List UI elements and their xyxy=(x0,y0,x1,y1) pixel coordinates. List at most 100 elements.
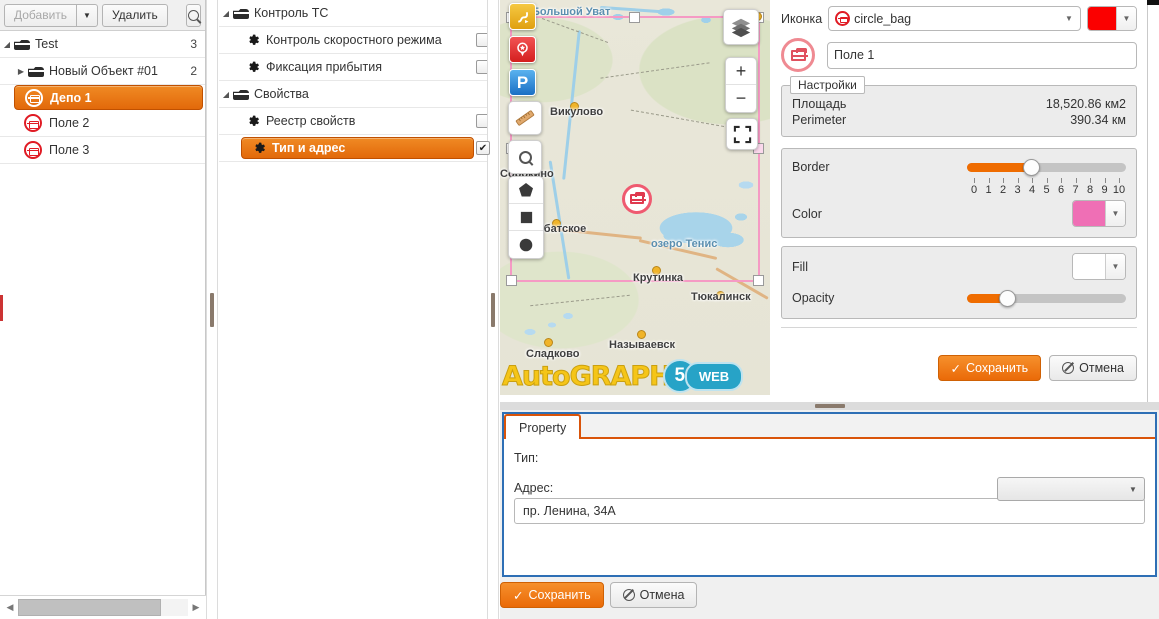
search-icon xyxy=(518,150,532,164)
tab-property[interactable]: Property xyxy=(504,414,582,439)
resize-handle-se[interactable] xyxy=(753,275,764,286)
horizontal-splitter[interactable] xyxy=(500,402,1159,410)
tree-row-arrival-fix[interactable]: Фиксация прибытия xyxy=(219,54,498,81)
zoom-in-button[interactable]: + xyxy=(726,58,756,85)
opacity-slider[interactable] xyxy=(967,288,1126,308)
app-root: Добавить ▼ Удалить ◢ Test 3 ▶ Новый Объе… xyxy=(0,0,1159,619)
objects-tree: ◢ Test 3 ▶ Новый Объект #01 2 Депо 1 Пол… xyxy=(0,31,205,595)
map-label: Называевск xyxy=(609,339,676,351)
check-icon: ✓ xyxy=(950,361,962,376)
fill-color-picker[interactable]: ▼ xyxy=(1072,253,1126,280)
add-button[interactable]: Добавить xyxy=(4,3,77,27)
type-select[interactable]: ▼ xyxy=(997,477,1145,501)
panel-accent-marker xyxy=(0,295,3,321)
gear-icon xyxy=(252,141,266,155)
expand-twirl-icon[interactable]: ▶ xyxy=(14,58,28,85)
border-slider[interactable] xyxy=(967,157,1126,177)
route-icon[interactable] xyxy=(509,3,536,30)
search-button[interactable] xyxy=(185,3,201,27)
address-input[interactable]: пр. Ленина, 34А xyxy=(514,498,1145,524)
opacity-label: Opacity xyxy=(792,291,835,305)
object-marker-icon xyxy=(25,88,43,107)
polygon-icon[interactable] xyxy=(509,177,543,204)
tree-row-pole-3[interactable]: Поле 3 xyxy=(0,137,205,164)
splitter-mid[interactable] xyxy=(487,0,499,619)
tree-row-checkbox[interactable]: ✔ xyxy=(476,141,490,155)
add-split-button[interactable]: Добавить ▼ xyxy=(4,3,98,27)
rectangle-icon[interactable] xyxy=(509,204,543,231)
tree-row-property-registry[interactable]: Реестр свойств xyxy=(219,108,498,135)
ruler-icon[interactable] xyxy=(508,101,542,135)
tree-row-control-ts[interactable]: ◢ Контроль ТС xyxy=(219,0,498,27)
object-name-input[interactable]: Поле 1 xyxy=(827,41,1137,69)
map-view[interactable]: Большой Уват Викулово Сорокино Абатское … xyxy=(500,0,770,395)
left-toolbar: Добавить ▼ Удалить xyxy=(0,0,205,31)
window-edge xyxy=(1147,0,1159,5)
chevron-down-icon[interactable]: ▼ xyxy=(1058,7,1080,30)
chevron-down-icon[interactable]: ▼ xyxy=(1105,254,1125,279)
slider-knob[interactable] xyxy=(998,289,1016,307)
bag-glyph xyxy=(630,192,646,204)
border-tick: 2 xyxy=(996,178,1010,196)
right-splitter[interactable] xyxy=(1147,0,1159,402)
object-marker-icon[interactable] xyxy=(622,184,652,214)
expand-twirl-icon[interactable]: ◢ xyxy=(0,31,14,58)
layers-icon[interactable] xyxy=(723,9,759,45)
scrollbar-thumb[interactable] xyxy=(18,599,161,616)
place-marker-icon[interactable] xyxy=(509,36,536,63)
circle-icon[interactable] xyxy=(509,231,543,258)
zoom-out-button[interactable]: − xyxy=(726,85,756,112)
tree-label: Поле 2 xyxy=(49,116,90,130)
logo-text: AutoGRAPH xyxy=(502,360,673,392)
icon-color-swatch xyxy=(1088,7,1116,30)
selection-rectangle[interactable] xyxy=(506,12,764,286)
scrollbar-track[interactable] xyxy=(18,599,188,616)
map-search-icon[interactable] xyxy=(508,140,542,174)
expand-twirl-icon[interactable]: ◢ xyxy=(219,81,233,108)
border-color-picker[interactable]: ▼ xyxy=(1072,200,1126,227)
chevron-down-icon[interactable]: ▼ xyxy=(1116,7,1136,30)
chevron-down-icon[interactable]: ▼ xyxy=(1105,201,1125,226)
tree-row-test[interactable]: ◢ Test 3 xyxy=(0,31,205,58)
horizontal-scrollbar[interactable]: ◀ ▶ xyxy=(0,595,206,619)
property-body: Тип: Адрес: пр. Ленина, 34А ▼ xyxy=(504,439,1155,532)
left-objects-panel: Добавить ▼ Удалить ◢ Test 3 ▶ Новый Объе… xyxy=(0,0,206,619)
border-tick: 3 xyxy=(1011,178,1025,196)
chevron-down-icon[interactable]: ▼ xyxy=(1122,485,1144,494)
resize-handle-sw[interactable] xyxy=(506,275,517,286)
icon-select-value: circle_bag xyxy=(829,11,1058,26)
tree-row-type-and-address[interactable]: Тип и адрес ✔ xyxy=(219,135,498,162)
scroll-left-arrow[interactable]: ◀ xyxy=(2,598,18,618)
tree-row-new-object[interactable]: ▶ Новый Объект #01 2 xyxy=(0,58,205,85)
tree-label: Реестр свойств xyxy=(266,114,356,128)
resize-handle-n[interactable] xyxy=(629,12,640,23)
icon-name-text: circle_bag xyxy=(854,11,912,26)
add-dropdown-arrow[interactable]: ▼ xyxy=(76,3,98,27)
delete-button[interactable]: Удалить xyxy=(101,3,168,27)
parking-icon[interactable]: P xyxy=(509,69,536,96)
icon-select[interactable]: circle_bag ▼ xyxy=(828,6,1081,31)
tree-label: Контроль скоростного режима xyxy=(266,33,442,47)
tree-row-properties[interactable]: ◢ Свойства xyxy=(219,81,498,108)
fullscreen-icon[interactable] xyxy=(726,118,758,150)
icon-label: Иконка xyxy=(781,11,823,26)
metric-perimeter: Perimeter 390.34 км xyxy=(792,112,1126,128)
properties-tree-panel: ◢ Контроль ТС Контроль скоростного режим… xyxy=(219,0,499,619)
cancel-button[interactable]: Отмена xyxy=(609,582,698,608)
slider-knob[interactable] xyxy=(1022,158,1040,176)
cancel-button[interactable]: Отмена xyxy=(1049,355,1137,381)
logo-suffix: WEB xyxy=(684,361,744,391)
save-button[interactable]: ✓ Сохранить xyxy=(500,582,604,608)
icon-color-picker[interactable]: ▼ xyxy=(1087,6,1137,31)
tree-row-speed-control[interactable]: Контроль скоростного режима xyxy=(219,27,498,54)
tree-row-pole-2[interactable]: Поле 2 xyxy=(0,110,205,137)
splitter-left[interactable] xyxy=(206,0,218,619)
map-label: Крутинка xyxy=(633,272,683,284)
border-tick: 9 xyxy=(1098,178,1112,196)
expand-twirl-icon[interactable]: ◢ xyxy=(219,0,233,27)
border-label: Border xyxy=(792,160,830,174)
tree-row-depo-1[interactable]: Депо 1 xyxy=(14,85,203,110)
scroll-right-arrow[interactable]: ▶ xyxy=(188,598,204,618)
folder-icon xyxy=(233,7,249,19)
save-button[interactable]: ✓ Сохранить xyxy=(937,355,1042,381)
